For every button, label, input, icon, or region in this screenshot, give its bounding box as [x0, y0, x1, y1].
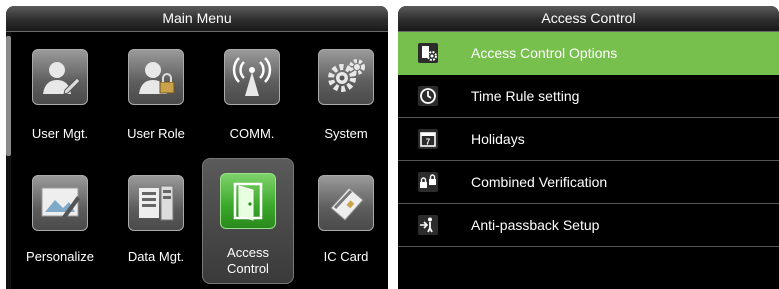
clock-icon: [418, 86, 438, 106]
list-item-time-rule-setting[interactable]: Time Rule setting: [398, 75, 779, 118]
list-item-combined-verification[interactable]: Combined Verification: [398, 161, 779, 204]
list-item-label: Anti-passback Setup: [471, 217, 600, 233]
locks-icon: [418, 172, 438, 192]
card-icon: [318, 175, 374, 231]
tile-label: IC Card: [323, 249, 369, 264]
tile-label: User Role: [127, 126, 185, 141]
anti-passback-icon: [418, 215, 438, 235]
tile-comm[interactable]: COMM.: [206, 39, 298, 147]
calendar-day: 7: [426, 138, 431, 147]
data-management-icon: [128, 175, 184, 231]
antenna-icon: [224, 49, 280, 105]
tile-system[interactable]: System: [300, 39, 388, 147]
access-control-screen: Access Control Access Control Options Ti…: [398, 6, 779, 289]
list-item-anti-passback-setup[interactable]: Anti-passback Setup: [398, 204, 779, 247]
list-item-label: Access Control Options: [471, 45, 618, 61]
list-item-access-control-options[interactable]: Access Control Options: [398, 32, 779, 75]
tile-personalize[interactable]: Personalize: [14, 161, 106, 269]
personalize-icon: [32, 175, 88, 231]
main-menu-title: Main Menu: [6, 6, 388, 32]
user-role-icon: [128, 49, 184, 105]
tile-ic-card[interactable]: IC Card: [300, 161, 388, 269]
tile-label: System: [324, 126, 368, 141]
scrollbar-thumb[interactable]: [6, 36, 11, 156]
options-icon: [418, 43, 438, 63]
tile-access-control[interactable]: Access Control: [202, 158, 294, 284]
tile-label: User Mgt.: [31, 126, 89, 141]
calendar-icon: 7: [418, 129, 438, 149]
tile-label-line2: Control: [227, 261, 269, 276]
list-item-holidays[interactable]: 7 Holidays: [398, 118, 779, 161]
access-control-title: Access Control: [398, 6, 779, 32]
list-item-label: Time Rule setting: [471, 88, 580, 104]
door-icon: [220, 173, 276, 229]
user-management-icon: [32, 49, 88, 105]
main-menu-screen: Main Menu User Mgt. User Role COMM. Syst…: [6, 6, 388, 289]
tile-user-role[interactable]: User Role: [110, 39, 202, 147]
gears-icon: [318, 49, 374, 105]
tile-label: Data Mgt.: [127, 249, 185, 264]
list-item-label: Holidays: [471, 131, 525, 147]
tile-label-line1: Access: [227, 245, 269, 260]
list-item-label: Combined Verification: [471, 174, 608, 190]
tile-user-mgt[interactable]: User Mgt.: [14, 39, 106, 147]
tile-label: COMM.: [229, 126, 275, 141]
tile-data-mgt[interactable]: Data Mgt.: [110, 161, 202, 269]
scrollbar[interactable]: [6, 32, 11, 289]
tile-label: Personalize: [26, 249, 94, 264]
